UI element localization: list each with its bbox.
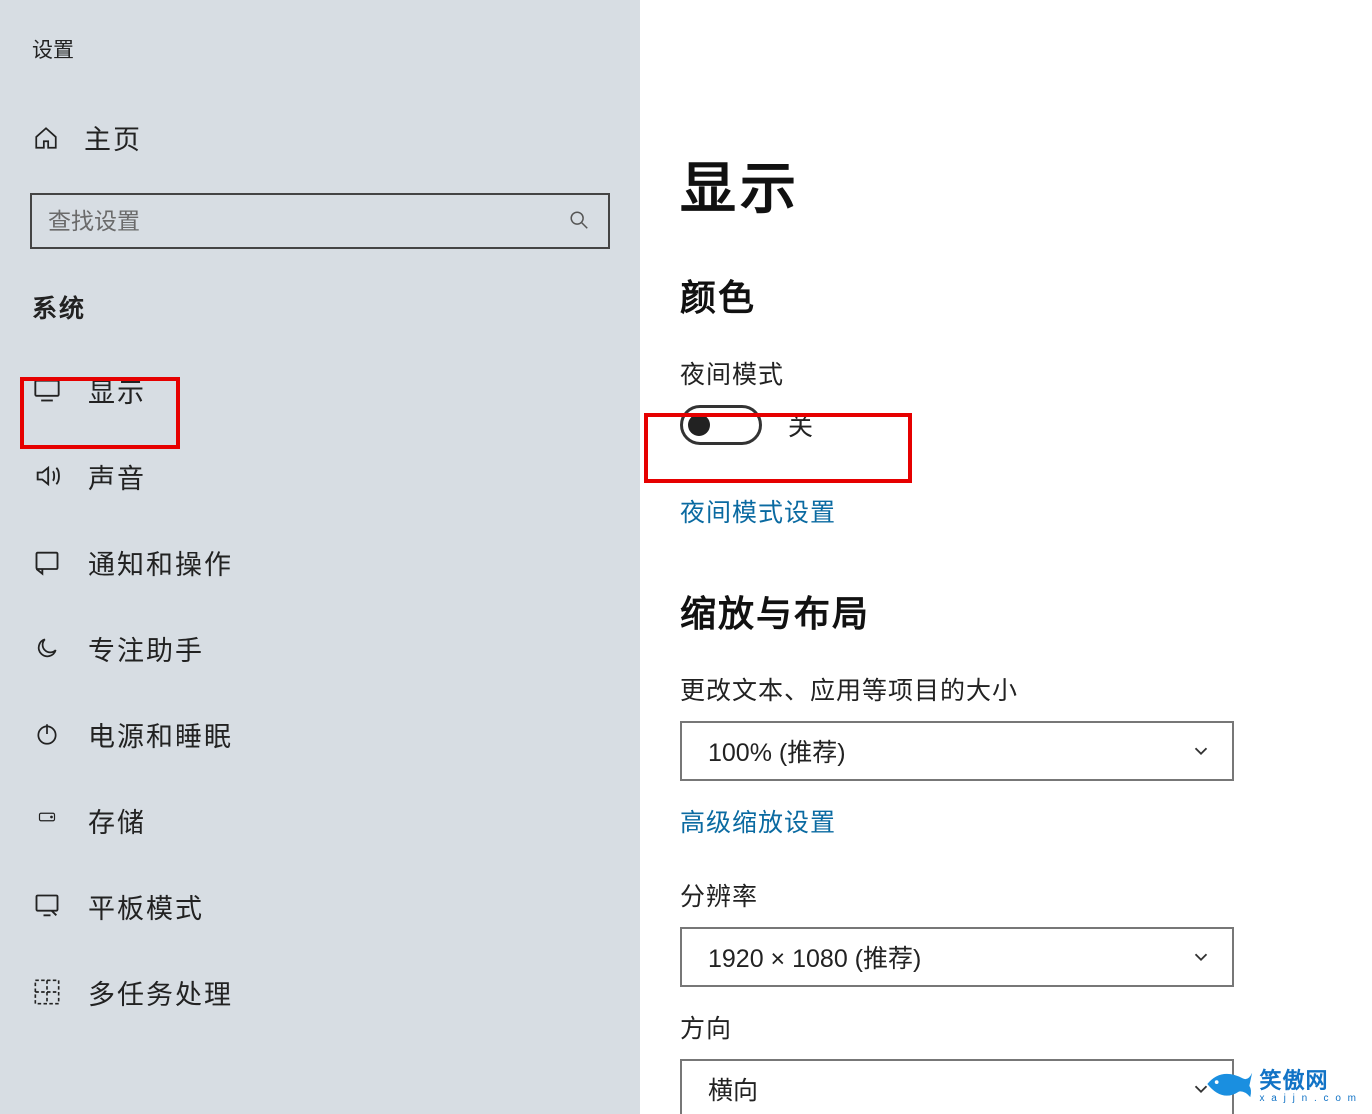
toggle-knob	[688, 414, 710, 436]
night-mode-toggle-row: 关	[680, 405, 1144, 445]
watermark-subtext: x a j j n . c o m	[1260, 1093, 1358, 1104]
resolution-select[interactable]: 1920 × 1080 (推荐)	[680, 927, 1234, 987]
resolution-select-value: 1920 × 1080 (推荐)	[708, 939, 921, 975]
main-content: 显示 颜色 夜间模式 关 夜间模式设置 缩放与布局 更改文本、应用等项目的大小 …	[640, 0, 1372, 1114]
window-title: 设置	[0, 14, 640, 108]
tablet-icon	[32, 891, 62, 921]
sidebar-item-notifications[interactable]: 通知和操作	[0, 519, 640, 605]
search-box[interactable]	[30, 193, 610, 249]
sidebar-item-sound[interactable]: 声音	[0, 433, 640, 519]
sidebar: 设置 主页 系统	[0, 0, 640, 1114]
sidebar-item-storage[interactable]: 存储	[0, 777, 640, 863]
search-input[interactable]	[48, 208, 568, 235]
scale-label: 更改文本、应用等项目的大小	[680, 671, 1144, 707]
night-mode-state: 关	[788, 407, 813, 443]
home-icon	[32, 124, 60, 152]
advanced-scale-link[interactable]: 高级缩放设置	[680, 803, 836, 839]
scale-select[interactable]: 100% (推荐)	[680, 721, 1234, 781]
sidebar-item-power-sleep[interactable]: 电源和睡眠	[0, 691, 640, 777]
sidebar-item-label: 电源和睡眠	[88, 715, 233, 754]
monitor-icon	[32, 375, 62, 405]
section-color: 颜色	[680, 269, 1144, 321]
moon-icon	[32, 633, 62, 663]
sidebar-item-tablet-mode[interactable]: 平板模式	[0, 863, 640, 949]
notification-icon	[32, 547, 62, 577]
storage-icon	[32, 805, 62, 835]
section-scale-layout: 缩放与布局	[680, 585, 1144, 637]
search-wrap	[30, 193, 610, 249]
scale-select-value: 100% (推荐)	[708, 733, 846, 769]
search-icon	[568, 209, 592, 233]
night-mode-toggle[interactable]	[680, 405, 762, 445]
chevron-down-icon	[1190, 946, 1212, 968]
watermark-text: 笑傲网	[1260, 1068, 1329, 1093]
night-mode-settings-link[interactable]: 夜间模式设置	[680, 493, 836, 529]
sidebar-item-label: 多任务处理	[88, 973, 233, 1012]
sidebar-item-label: 通知和操作	[88, 543, 233, 582]
multitask-icon	[32, 977, 62, 1007]
sound-icon	[32, 461, 62, 491]
sidebar-home-label: 主页	[84, 118, 142, 157]
orientation-label: 方向	[680, 1009, 1144, 1045]
fish-icon	[1198, 1064, 1254, 1104]
chevron-down-icon	[1190, 740, 1212, 762]
page-title: 显示	[680, 144, 1144, 225]
orientation-select-value: 横向	[708, 1071, 758, 1107]
sidebar-item-display[interactable]: 显示	[0, 347, 640, 433]
resolution-label: 分辨率	[680, 877, 1144, 913]
sidebar-item-label: 声音	[88, 457, 146, 496]
sidebar-item-label: 显示	[88, 371, 146, 410]
app-root: 设置 主页 系统	[0, 0, 1372, 1114]
sidebar-item-label: 专注助手	[88, 629, 204, 668]
sidebar-home[interactable]: 主页	[0, 108, 640, 167]
sidebar-item-focus-assist[interactable]: 专注助手	[0, 605, 640, 691]
night-mode-label: 夜间模式	[680, 355, 1144, 391]
orientation-select[interactable]: 横向	[680, 1059, 1234, 1114]
power-icon	[32, 719, 62, 749]
sidebar-item-label: 存储	[88, 801, 146, 840]
sidebar-section-title: 系统	[0, 279, 640, 347]
sidebar-item-multitasking[interactable]: 多任务处理	[0, 949, 640, 1035]
sidebar-item-label: 平板模式	[88, 887, 204, 926]
watermark: 笑傲网 x a j j n . c o m	[1198, 1063, 1358, 1104]
